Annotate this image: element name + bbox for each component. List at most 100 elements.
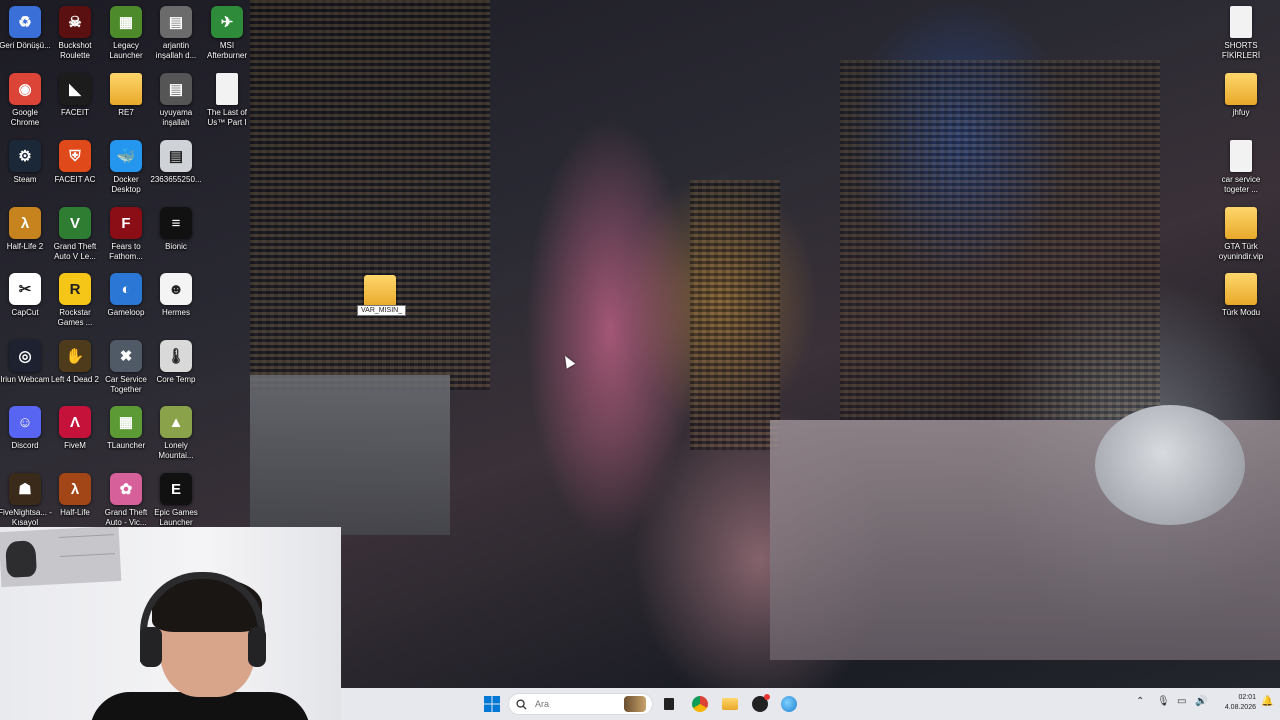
wallpaper-dome <box>1095 405 1245 525</box>
taskbar-app-dark[interactable] <box>748 692 772 716</box>
desktop-icon[interactable]: λ Half-Life <box>50 473 100 518</box>
taskbar-file-explorer[interactable] <box>718 692 742 716</box>
gta-vice-city-icon: ✿ <box>110 473 142 505</box>
desktop-icon[interactable]: 🌡 Core Temp <box>151 340 201 385</box>
desktop-icon-label: Geri Dönüşü... <box>0 41 51 50</box>
desktop-icon-label: Steam <box>13 175 37 184</box>
bionic-icon: ≡ <box>160 207 192 239</box>
desktop-icon[interactable]: ▦ Legacy Launcher <box>101 6 151 61</box>
folder-icon <box>1225 273 1257 305</box>
discord-icon: ☺ <box>9 406 41 438</box>
image-file-icon: ▤ <box>160 140 192 172</box>
wall-poster <box>0 527 122 588</box>
fears-to-fathom-icon: F <box>110 207 142 239</box>
desktop-icon[interactable]: ♻ Geri Dönüşü... <box>0 6 51 51</box>
desktop-icon[interactable]: 🐳 Docker Desktop <box>101 140 151 195</box>
start-button[interactable] <box>480 692 504 716</box>
task-view-button[interactable] <box>657 692 681 716</box>
half-life-icon: λ <box>59 473 91 505</box>
desktop-icon[interactable]: ◉ Google Chrome <box>0 73 50 128</box>
desktop-icon[interactable]: ✿ Grand Theft Auto - Vic... <box>101 473 151 528</box>
search-input[interactable] <box>535 699 625 709</box>
desktop-icon-label: jhfuy <box>1232 108 1250 117</box>
desktop-icon[interactable]: The Last of Us™ Part I <box>202 73 252 128</box>
microphone-icon[interactable]: 🎙 <box>1157 696 1170 707</box>
chrome-icon: ◉ <box>9 73 41 105</box>
desktop-icon[interactable]: ✖ Car Service Together <box>101 340 151 395</box>
wallpaper-rooftop <box>250 375 450 535</box>
desktop-icon[interactable]: jhfuy <box>1216 73 1266 118</box>
desktop-icon[interactable]: R Rockstar Games ... <box>50 273 100 328</box>
desktop-icon-label: FiveM <box>64 441 86 450</box>
desktop-icon[interactable]: F Fears to Fathom... <box>101 207 151 262</box>
desktop-icon[interactable]: RE7 <box>101 73 151 118</box>
desktop-icon[interactable]: GTA Türk oyunindir.vip <box>1216 207 1266 262</box>
taskbar-clock[interactable]: 02:01 4.08.2026 <box>1216 693 1256 713</box>
desktop-icon[interactable]: ▲ Lonely Mountai... <box>151 406 201 461</box>
faceit-icon: ◣ <box>59 73 91 105</box>
desktop-icon[interactable]: ☠ Buckshot Roulette <box>50 6 100 61</box>
desktop-icon-label: Fears to Fathom... <box>109 242 143 261</box>
desktop-icon[interactable]: ▤ 2363655250... <box>150 140 202 185</box>
hermes-icon: ☻ <box>160 273 192 305</box>
desktop-icon[interactable]: ☺ Discord <box>0 406 50 451</box>
desktop-icon-label: car service togeter ... <box>1221 175 1261 194</box>
taskbar-edge-app[interactable] <box>777 692 801 716</box>
desktop-icon-label: Bionic <box>165 242 187 251</box>
desktop-icon[interactable]: ✂ CapCut <box>0 273 50 318</box>
gta-v-icon: V <box>59 207 91 239</box>
desktop-icon-label: Epic Games Launcher <box>154 508 198 527</box>
desktop-icon[interactable]: ☻ Hermes <box>151 273 201 318</box>
iriun-webcam-icon: ◎ <box>9 340 41 372</box>
wallpaper-building <box>690 180 780 450</box>
desktop-icon[interactable]: ✋ Left 4 Dead 2 <box>50 340 100 385</box>
taskbar-chrome[interactable] <box>688 692 712 716</box>
folder-rename-label[interactable]: VAR_MISIN_ <box>357 305 407 316</box>
desktop-icon-label: Docker Desktop <box>111 175 141 194</box>
notification-bell-icon[interactable]: 🔔 <box>1261 696 1273 707</box>
desktop-icon[interactable]: ≡ Bionic <box>151 207 201 252</box>
tray-overflow-chevron-icon[interactable]: ⌃ <box>1136 696 1144 707</box>
volume-icon[interactable]: 🔊 <box>1195 696 1207 707</box>
desktop-icon[interactable]: ◐ Gameloop <box>101 273 151 318</box>
desktop-icon[interactable]: ⛨ FACEIT AC <box>50 140 100 185</box>
desktop-icon[interactable]: ☗ FiveNightsa... - Kısayol <box>0 473 52 528</box>
mouse-cursor-icon <box>560 353 576 369</box>
desktop-icon[interactable]: Λ FiveM <box>50 406 100 451</box>
folder-icon <box>364 275 396 307</box>
desktop-icon[interactable]: ▤ uyuyama inşallah <box>151 73 201 128</box>
desktop-icon[interactable]: ▦ TLauncher <box>101 406 151 451</box>
desktop-icon-label: Grand Theft Auto - Vic... <box>104 508 148 527</box>
desktop-icon-label: The Last of Us™ Part I <box>206 108 248 127</box>
desktop-icon-label: Half-Life <box>60 508 90 517</box>
gameloop-icon: ◐ <box>110 273 142 305</box>
blue-app-icon <box>781 696 797 712</box>
desktop-icon-label: Core Temp <box>156 375 196 384</box>
desktop-icon-label: FiveNightsa... - Kısayol <box>0 508 52 527</box>
desktop-icon[interactable]: SHORTS FİKİRLERİ <box>1216 6 1266 61</box>
desktop-icon[interactable]: ⚙ Steam <box>0 140 50 185</box>
legacy-launcher-icon: ▦ <box>110 6 142 38</box>
tlauncher-icon: ▦ <box>110 406 142 438</box>
folder-icon <box>1225 207 1257 239</box>
desktop-icon-label: Half-Life 2 <box>6 242 44 251</box>
webcam-overlay <box>0 527 341 720</box>
desktop-icon[interactable]: E Epic Games Launcher <box>151 473 201 528</box>
msi-afterburner-icon: ✈ <box>211 6 243 38</box>
rockstar-icon: R <box>59 273 91 305</box>
desktop-icon-label: FACEIT AC <box>54 175 96 184</box>
desktop-icon[interactable]: ◎ Iriun Webcam <box>0 340 50 385</box>
taskbar-search[interactable] <box>508 693 653 715</box>
desktop-icon[interactable]: ✈ MSI Afterburner <box>202 6 252 61</box>
desktop-icon[interactable]: V Grand Theft Auto V Le... <box>50 207 100 262</box>
desktop-icon[interactable]: Türk Modu <box>1216 273 1266 318</box>
desktop-icon[interactable]: ▤ arjantin inşallah d... <box>151 6 201 61</box>
desktop-icon[interactable]: car service togeter ... <box>1216 140 1266 195</box>
desktop-icon[interactable]: λ Half-Life 2 <box>0 207 50 252</box>
desktop-icon[interactable]: ◣ FACEIT <box>50 73 100 118</box>
desktop-icon-label: Iriun Webcam <box>0 375 50 384</box>
network-icon[interactable]: ▭ <box>1177 696 1186 707</box>
desktop-icon-label: uyuyama inşallah <box>159 108 193 127</box>
desktop-folder-var-misin[interactable] <box>355 275 405 307</box>
desktop-icon-label: Legacy Launcher <box>109 41 143 60</box>
